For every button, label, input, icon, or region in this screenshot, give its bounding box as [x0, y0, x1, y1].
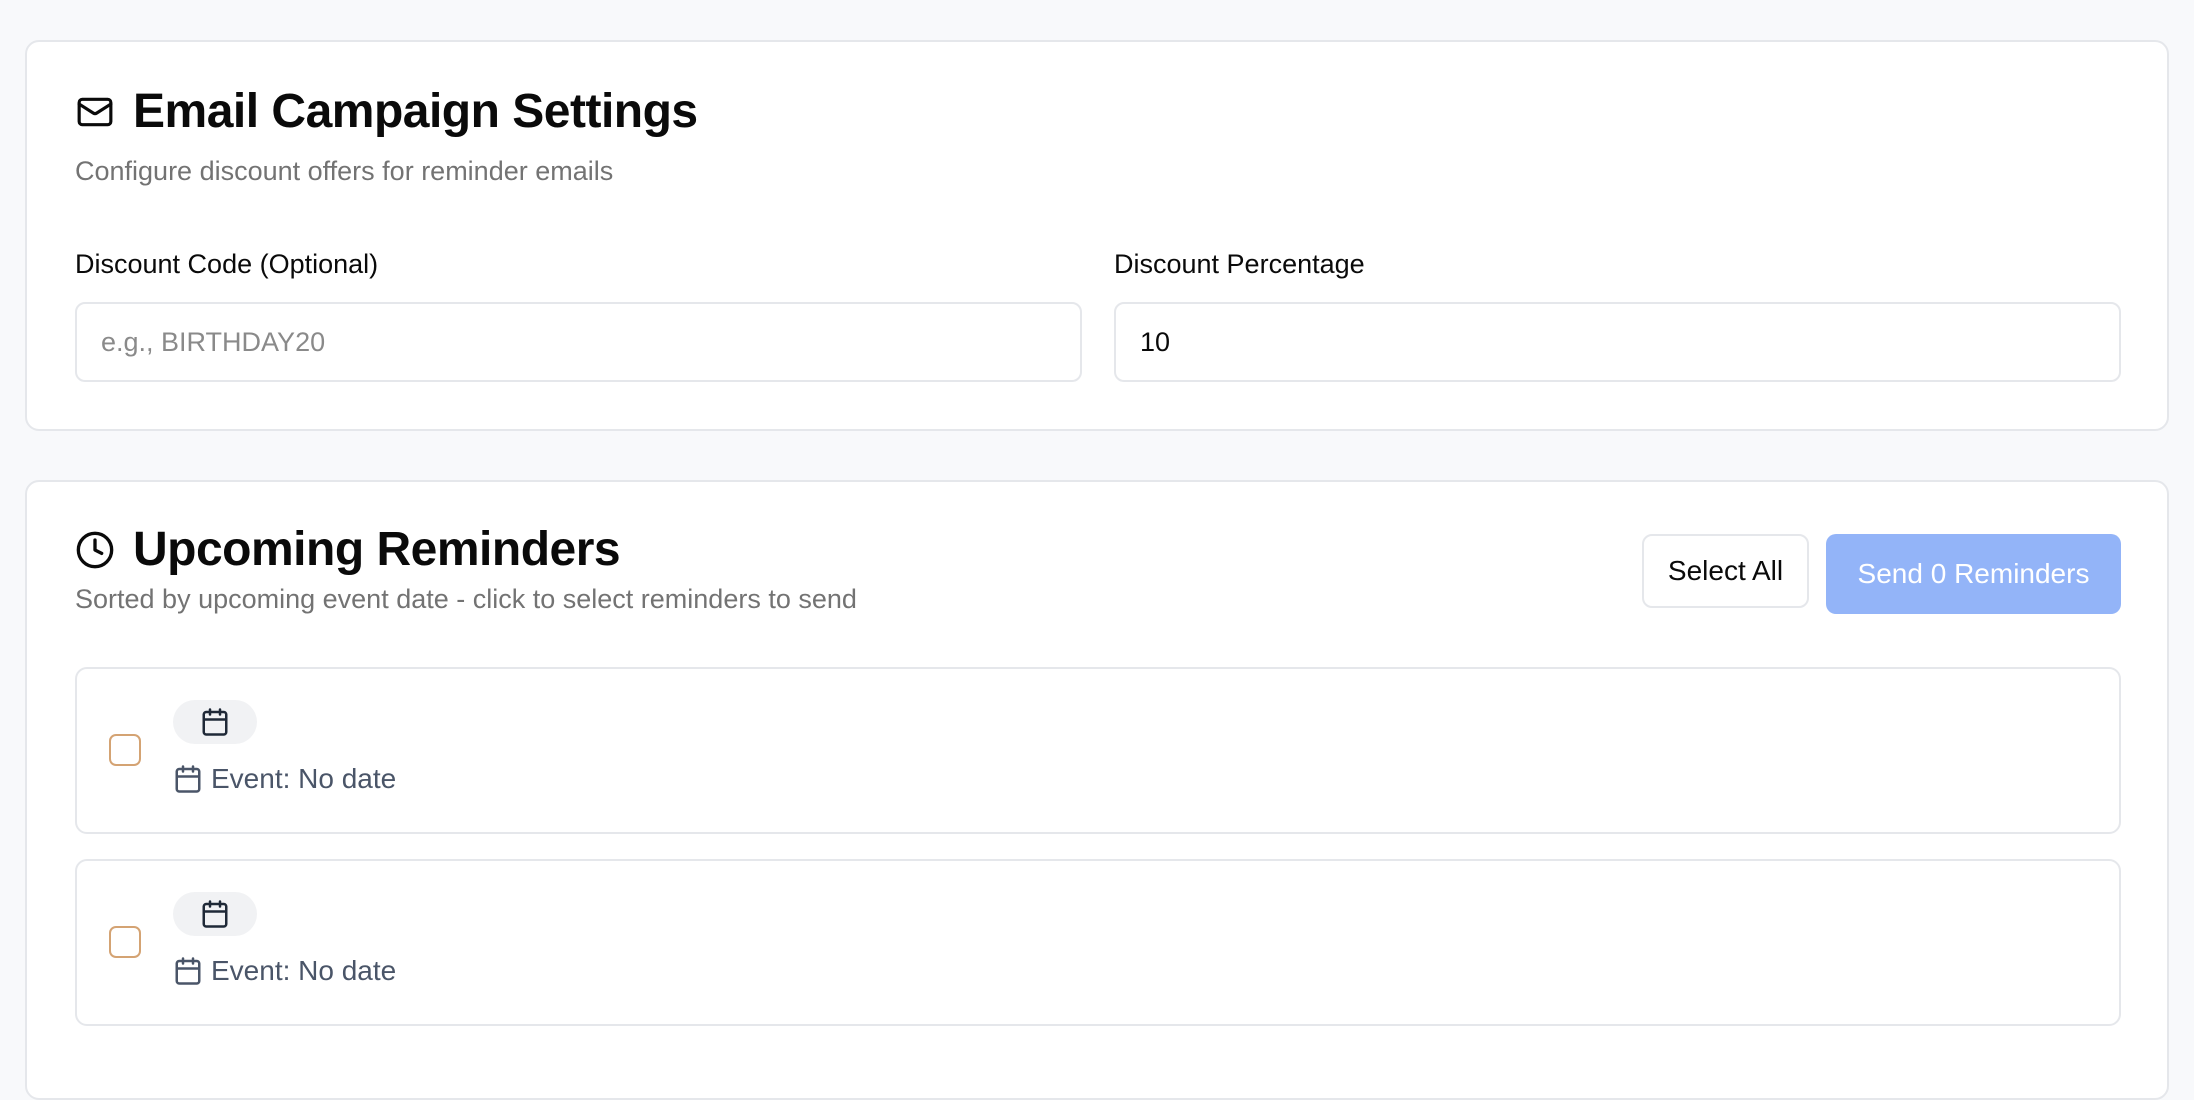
discount-code-input[interactable]: [75, 302, 1082, 382]
discount-percentage-input[interactable]: [1114, 302, 2121, 382]
event-date-row: Event: No date: [173, 955, 396, 987]
send-reminders-button[interactable]: Send 0 Reminders: [1826, 534, 2121, 614]
email-campaign-settings-card: Email Campaign Settings Configure discou…: [25, 40, 2169, 431]
reminders-subtitle: Sorted by upcoming event date - click to…: [75, 584, 857, 614]
discount-percentage-label: Discount Percentage: [1114, 249, 1365, 279]
upcoming-reminders-card: Upcoming Reminders Sorted by upcoming ev…: [25, 480, 2169, 1100]
date-badge: [173, 700, 257, 744]
campaign-title-row: Email Campaign Settings: [75, 84, 698, 139]
reminders-title: Upcoming Reminders: [133, 523, 621, 576]
date-badge: [173, 892, 257, 936]
campaign-subtitle: Configure discount offers for reminder e…: [75, 156, 614, 186]
reminder-item[interactable]: Event: No date: [75, 859, 2121, 1026]
reminder-item[interactable]: Event: No date: [75, 667, 2121, 834]
calendar-icon: [200, 899, 230, 929]
calendar-icon: [173, 764, 203, 794]
select-all-button[interactable]: Select All: [1642, 534, 1809, 608]
event-date-text: Event: No date: [211, 955, 397, 986]
reminder-checkbox[interactable]: [109, 734, 141, 766]
calendar-icon: [200, 707, 230, 737]
event-date-text: Event: No date: [211, 763, 397, 794]
mail-icon: [75, 92, 115, 132]
clock-icon: [75, 530, 115, 570]
discount-code-label: Discount Code (Optional): [75, 249, 379, 279]
calendar-icon: [173, 956, 203, 986]
event-date-row: Event: No date: [173, 763, 396, 795]
campaign-title: Email Campaign Settings: [133, 85, 698, 138]
reminder-checkbox[interactable]: [109, 926, 141, 958]
reminders-title-row: Upcoming Reminders: [75, 522, 621, 577]
